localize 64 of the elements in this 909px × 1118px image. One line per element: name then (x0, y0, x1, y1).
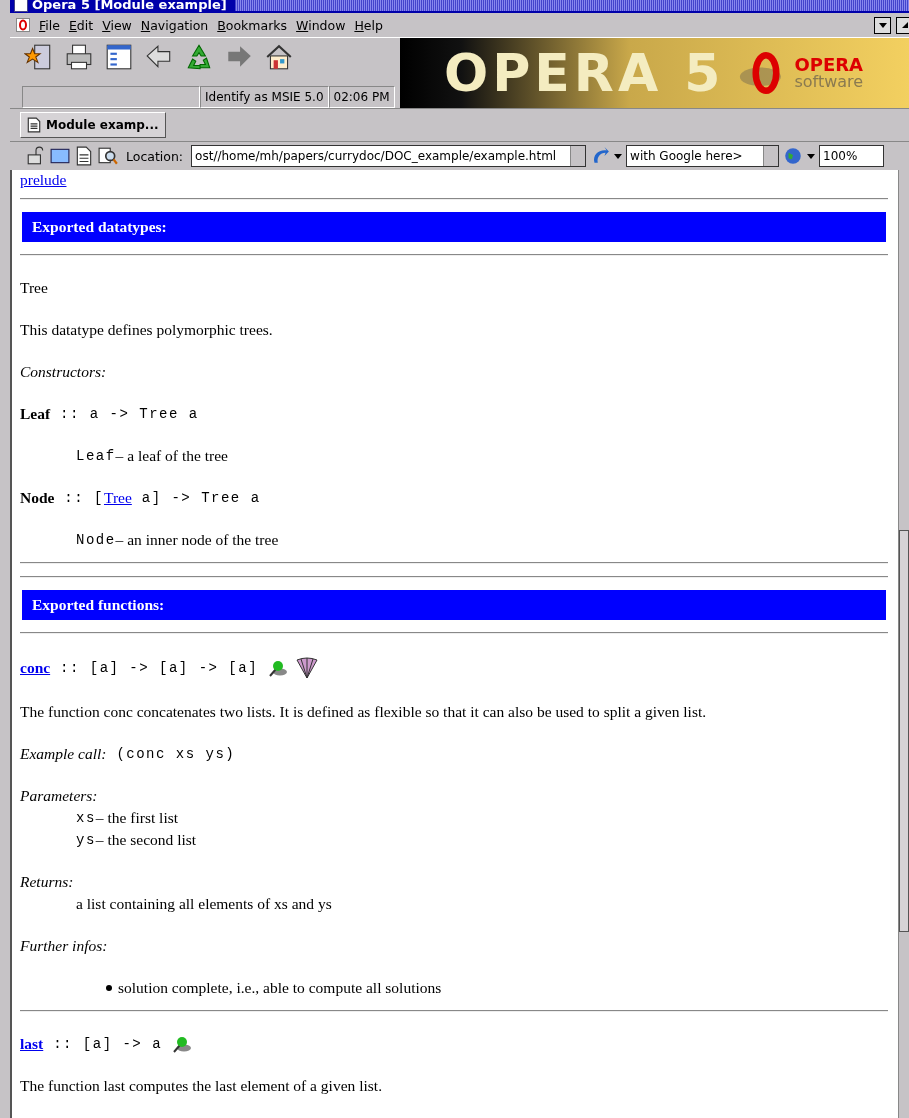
brand-name: OPERA (794, 56, 864, 74)
menu-item[interactable]: Window (296, 17, 346, 33)
section-header: Exported functions: (22, 590, 886, 620)
menu-item[interactable]: File (39, 17, 60, 33)
paragraph: This datatype defines polymorphic trees. (20, 320, 274, 340)
section-label: Parameters: (20, 786, 99, 806)
window-icon[interactable] (14, 0, 28, 12)
document-icon (27, 117, 41, 133)
printer-icon[interactable] (64, 42, 94, 72)
menu-item[interactable]: Edit (68, 17, 94, 33)
section-label: Returns: (20, 872, 75, 892)
paragraph: The function conc concatenates two lists. It is defined as flexible so that it can also be used to split a given list. (20, 702, 708, 722)
list-item: solution complete, i.e., able to compute all solutions (20, 978, 888, 998)
address-field[interactable]: ost//home/mh/papers/currydoc/DOC_example/example.html (191, 145, 587, 167)
paragraph: Tree (20, 278, 49, 298)
menu-item[interactable]: Navigation (140, 17, 209, 33)
menu-item[interactable]: View (102, 17, 132, 33)
menu-item[interactable]: Help (354, 17, 383, 33)
parameter-line: a list containing all elements of xs and ys (75, 894, 333, 914)
paragraph: Example call: (conc xs ys) (20, 744, 237, 764)
search-field[interactable]: with Google here> (626, 145, 780, 167)
document-icon[interactable] (74, 146, 94, 166)
paragraph: Further infos: (20, 936, 109, 956)
paragraph: Constructors: (20, 362, 108, 382)
pin-icon[interactable] (268, 659, 289, 677)
link[interactable]: prelude (20, 170, 67, 190)
opera-icon[interactable] (16, 18, 30, 32)
constructor-name: Node (20, 488, 55, 508)
description: Node– an inner node of the tree (75, 530, 280, 550)
page-tab[interactable]: Module examp... (20, 112, 166, 138)
clock: 02:06 PM (328, 86, 395, 108)
type-signature: :: [a] -> [a] -> [a] (59, 659, 259, 678)
location-label: Location: (126, 148, 184, 164)
scroll-thumb[interactable] (899, 530, 909, 932)
type-signature: :: [ (63, 489, 104, 508)
type-signature: a] -> Tree a (140, 489, 261, 508)
home-icon[interactable] (264, 42, 294, 72)
brand-subtitle: software (794, 74, 864, 90)
paragraph: Leaf :: a -> Tree a (20, 404, 200, 424)
menu-item[interactable]: Bookmarks (217, 17, 288, 33)
magnifier-icon[interactable] (98, 146, 118, 166)
parameter-line: xs– the first list (75, 808, 180, 828)
spinner-arrows[interactable] (763, 146, 779, 166)
caret-icon (877, 20, 888, 30)
panel-icon[interactable] (104, 42, 134, 72)
type-signature: :: [a] -> a (52, 1035, 163, 1054)
zoom-field[interactable]: 100% (819, 145, 885, 167)
spinner-arrows[interactable] (570, 146, 586, 166)
restore-button[interactable] (896, 16, 909, 34)
window-title: Opera 5 [Module example] (32, 0, 228, 12)
lock-icon[interactable] (26, 146, 46, 166)
function-link[interactable]: last (20, 1034, 44, 1054)
parameter-line: ys– the second list (75, 830, 198, 850)
paragraph: The function last computes the last element of a given list. (20, 1076, 383, 1096)
scrollbar[interactable] (898, 170, 909, 1118)
fan-icon[interactable] (296, 656, 319, 680)
identify-status[interactable]: Identify as MSIE 5.0 (200, 86, 329, 108)
section-header: Exported datatypes: (22, 212, 886, 242)
link[interactable]: Tree (103, 488, 132, 508)
description: Leaf– a leaf of the tree (75, 446, 229, 466)
function-link[interactable]: conc (20, 658, 51, 678)
minimize-button[interactable] (874, 16, 891, 34)
pin-icon[interactable] (172, 1035, 193, 1053)
window-icon[interactable] (50, 146, 70, 166)
